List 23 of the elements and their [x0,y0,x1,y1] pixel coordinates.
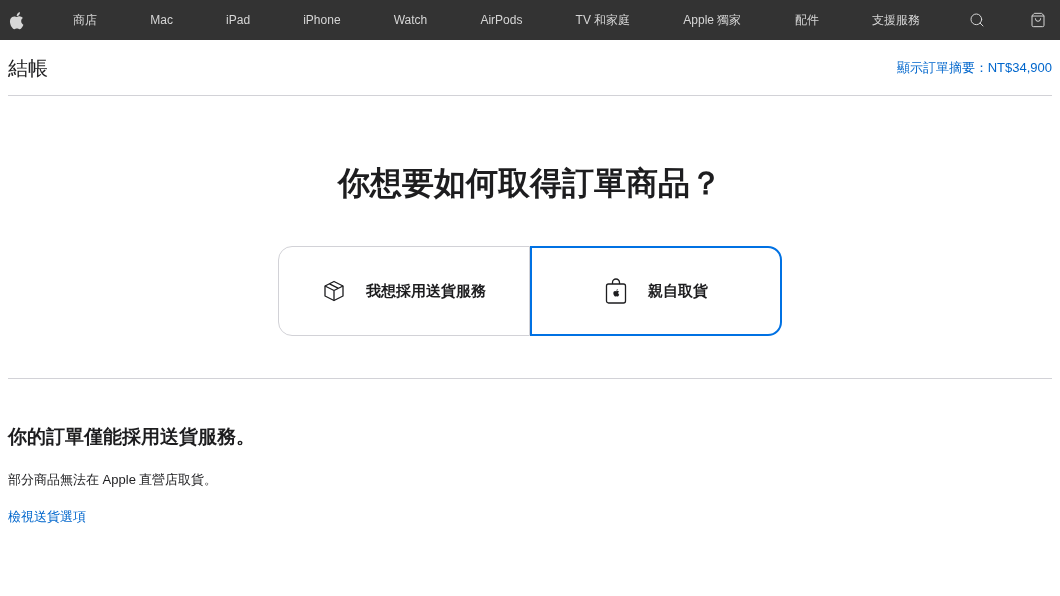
nav-link[interactable]: Apple 獨家 [679,11,746,29]
nav-link[interactable]: iPhone [299,11,345,29]
nav-link[interactable]: iPad [222,11,255,29]
shopping-bag-icon [604,277,628,305]
order-summary-link[interactable]: 顯示訂單摘要：NT$34,900 [896,57,1052,78]
nav-link[interactable]: Watch [389,11,432,29]
box-icon [322,279,346,303]
nav-link[interactable]: 商店 [69,11,102,29]
shopping-bag-icon[interactable] [1029,11,1046,29]
fulfillment-option[interactable]: 我想採用送貨服務 [278,246,530,336]
notice-title: 你的訂單僅能採用送貨服務。 [8,425,256,449]
fulfillment-option[interactable]: 親自取貨 [530,246,782,336]
nav-link[interactable]: Mac [146,11,177,29]
apple-logo-icon[interactable] [8,10,24,30]
nav-link[interactable]: AirPods [476,11,527,29]
page-heading: 你想要如何取得訂單商品？ [336,164,723,203]
nav-link[interactable]: TV 和家庭 [571,11,635,29]
delivery-options-link[interactable]: 檢視送貨選項 [8,507,86,527]
page-title: 結帳 [8,55,48,81]
notice-text: 部分商品無法在 Apple 直營店取貨。 [8,470,219,489]
search-icon[interactable] [968,12,985,28]
nav-link[interactable]: 配件 [790,11,823,29]
nav-link[interactable]: 支援服務 [867,11,924,29]
